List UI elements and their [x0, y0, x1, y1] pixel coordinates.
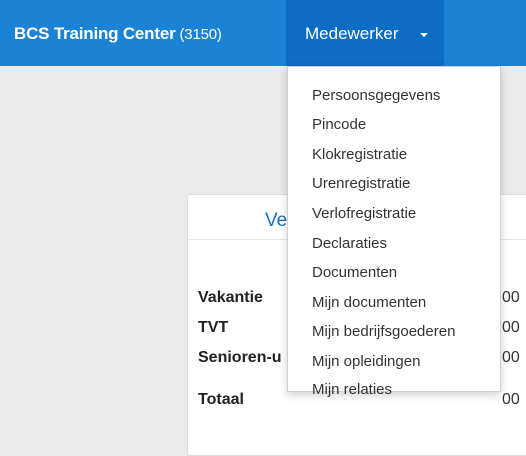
menu-item-mijn-relaties[interactable]: Mijn relaties: [312, 381, 392, 398]
medewerker-dropdown-label: Medewerker: [305, 24, 399, 43]
top-navbar: BCS Training Center (3150) Medewerker: [0, 0, 526, 66]
menu-item-declaraties[interactable]: Declaraties: [312, 235, 387, 252]
row-label-senioren: Senioren-u: [198, 349, 282, 366]
brand-link[interactable]: BCS Training Center (3150): [14, 24, 222, 44]
menu-item-verlofregistratie[interactable]: Verlofregistratie: [312, 205, 416, 222]
medewerker-dropdown-menu: Persoonsgegevens Pincode Klokregistratie…: [287, 66, 501, 398]
menu-item-mijn-documenten[interactable]: Mijn documenten: [312, 294, 426, 311]
menu-item-pincode[interactable]: Pincode: [312, 116, 366, 133]
row-value-tvt: 00: [502, 319, 520, 336]
menu-item-persoonsgegevens[interactable]: Persoonsgegevens: [312, 87, 440, 104]
row-label-totaal: Totaal: [198, 391, 244, 408]
row-label-tvt: TVT: [198, 319, 229, 336]
brand-name: BCS Training Center: [14, 24, 176, 43]
menu-item-urenregistratie[interactable]: Urenregistratie: [312, 175, 410, 192]
caret-down-icon: [420, 33, 428, 37]
menu-item-mijn-bedrijfsgoederen[interactable]: Mijn bedrijfsgoederen: [312, 323, 455, 340]
card-title: Ve: [265, 210, 288, 231]
row-label-vakantie: Vakantie: [198, 289, 263, 306]
row-value-totaal: 00: [502, 391, 520, 408]
menu-item-mijn-opleidingen[interactable]: Mijn opleidingen: [312, 353, 420, 370]
menu-item-klokregistratie[interactable]: Klokregistratie: [312, 146, 407, 163]
medewerker-dropdown-toggle[interactable]: Medewerker: [286, 0, 444, 66]
brand-code: (3150): [179, 26, 222, 43]
row-value-senioren: 00: [502, 349, 520, 366]
menu-item-documenten[interactable]: Documenten: [312, 264, 397, 281]
row-value-vakantie: 00: [502, 289, 520, 306]
